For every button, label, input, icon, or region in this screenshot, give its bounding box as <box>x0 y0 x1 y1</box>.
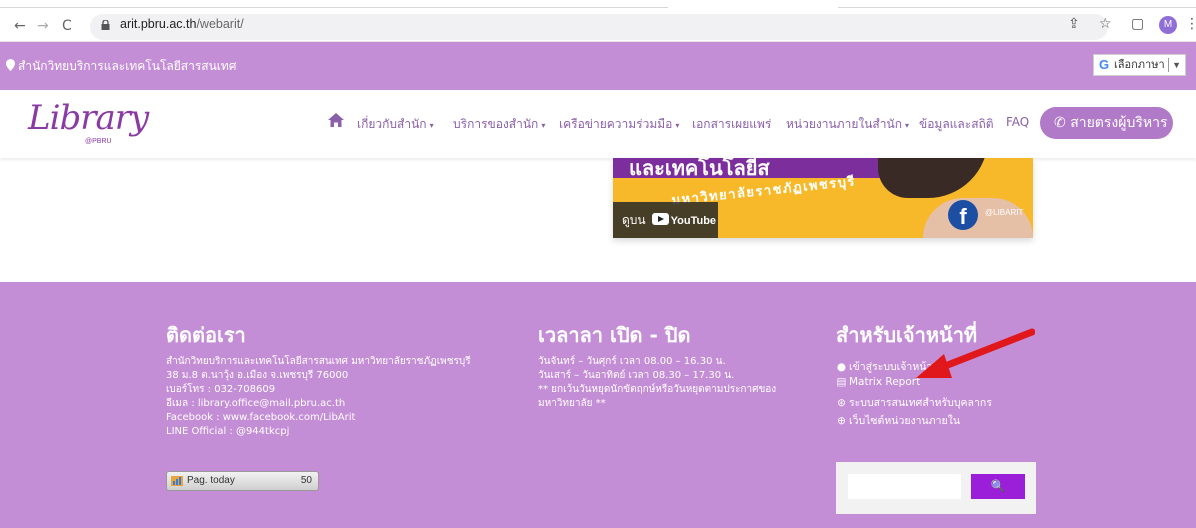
language-divider <box>1168 58 1169 72</box>
nav-item-services[interactable]: บริการของสำนัก ▾ <box>453 115 545 134</box>
chevron-down-icon: ▼ <box>1172 60 1181 70</box>
hotline-button[interactable]: ✆ สายตรงผู้บริหาร <box>1040 107 1173 139</box>
hours-line: วันเสาร์ – วันอาทิตย์ เวลา 08.30 – 17.30… <box>538 370 735 381</box>
internal-sites-link[interactable]: ⊕ เว็บไซต์หน่วยงานภายใน <box>836 412 960 429</box>
url-host: arit.pbru.ac.th <box>120 17 197 31</box>
phone-icon: ✆ <box>1054 115 1071 131</box>
main-nav: Library @PBRU เกี่ยวกับสำนัก ▾ บริการของส… <box>0 90 1196 158</box>
site-topbar: สำนักวิทยบริการและเทคโนโลยีสารสนเทศ G เล… <box>0 42 1196 90</box>
nav-item-faq[interactable]: FAQ <box>1006 115 1032 129</box>
hours-line: ** ยกเว้นวันหยุดนักขัตฤกษ์หรือวันหยุดตาม… <box>538 384 777 395</box>
nav-item-label: หน่วยงานภายในสำนัก <box>786 117 902 131</box>
nav-item-statistics[interactable]: ข้อมูลและสถิติ <box>919 115 997 134</box>
contact-line: Facebook : www.facebook.com/LibArit <box>166 412 356 423</box>
profile-avatar[interactable]: M <box>1159 16 1177 34</box>
youtube-label: YouTube <box>670 215 717 227</box>
language-select[interactable]: G เลือกภาษา ▼ <box>1093 54 1186 76</box>
bookmark-star-icon[interactable]: ☆ <box>1099 14 1112 34</box>
browser-toolbar: ← → C arit.pbru.ac.th/webarit/ ⇪ ☆ ▢ M ⋮ <box>0 0 1196 42</box>
share-icon[interactable]: ⇪ <box>1068 14 1080 34</box>
nav-item-about[interactable]: เกี่ยวกับสำนัก ▾ <box>357 115 434 134</box>
chevron-down-icon: ▾ <box>541 121 546 130</box>
user-icon: ● <box>836 361 847 373</box>
contact-line: สำนักวิทยบริการและเทคโนโลยีสารสนเทศ มหาว… <box>166 356 471 367</box>
contact-line: LINE Official : @944tkcpj <box>166 426 290 437</box>
contact-line: เบอร์โทร : 032-708609 <box>166 384 276 395</box>
lock-icon <box>101 20 110 30</box>
chevron-down-icon: ▾ <box>675 121 680 130</box>
forward-icon[interactable]: → <box>37 16 49 36</box>
tab-strip-right <box>838 2 1196 8</box>
video-person <box>923 198 1033 238</box>
nav-item-label: เอกสารเผยแพร่ <box>692 117 772 131</box>
nav-item-network[interactable]: เครือข่ายความร่วมมือ ▾ <box>559 115 679 134</box>
matrix-report-link[interactable]: ▤ Matrix Report <box>836 376 921 388</box>
nav-item-units[interactable]: หน่วยงานภายในสำนัก ▾ <box>786 115 909 134</box>
video-person-hair <box>878 158 988 198</box>
language-label: เลือกภาษา <box>1114 59 1165 71</box>
url-text[interactable]: arit.pbru.ac.th/webarit/ <box>120 17 244 31</box>
staff-link-label: ระบบสารสนเทศสำหรับบุคลากร <box>849 397 992 409</box>
facebook-icon: f <box>948 200 978 230</box>
search-icon: 🔍 <box>990 479 1006 493</box>
video-headline: และเทคโนโลยีส <box>629 158 770 180</box>
contact-title: ติดต่อเรา <box>166 323 246 347</box>
site-org-name: สำนักวิทยบริการและเทคโนโลยีสารสนเทศ <box>18 59 237 73</box>
chart-bars-icon <box>171 476 183 486</box>
globe-icon: ⊕ <box>837 415 846 427</box>
contact-line: อีเมล : library.office@mail.pbru.ac.th <box>166 398 346 409</box>
contact-line: 38 ม.8 ต.นาวุ้ง อ.เมือง จ.เพชรบุรี 76000 <box>166 370 349 381</box>
search-input[interactable] <box>848 474 961 499</box>
side-panel-icon[interactable]: ▢ <box>1131 14 1144 34</box>
youtube-icon <box>651 213 669 225</box>
annotation-arrow-icon <box>916 328 1035 378</box>
counter-label: Pag. today <box>187 475 235 486</box>
tab-strip <box>0 2 668 8</box>
nav-item-label: เครือข่ายความร่วมมือ <box>559 117 673 131</box>
staff-link-label: เว็บไซต์หน่วยงานภายใน <box>849 415 960 427</box>
chevron-down-icon: ▾ <box>904 121 909 130</box>
nav-item-label: เกี่ยวกับสำนัก <box>357 117 427 131</box>
info-system-icon: ⊛ <box>837 397 846 409</box>
back-icon[interactable]: ← <box>14 16 26 36</box>
menu-kebab-icon[interactable]: ⋮ <box>1185 14 1196 34</box>
staff-info-system-link[interactable]: ⊛ ระบบสารสนเทศสำหรับบุคลากร <box>836 394 992 411</box>
watch-on-label: ดูบน <box>622 213 646 227</box>
url-path: /webarit/ <box>196 17 244 31</box>
nav-item-publications[interactable]: เอกสารเผยแพร่ <box>692 115 774 134</box>
report-icon: ▤ <box>836 376 847 388</box>
hours-line: มหาวิทยาลัย ** <box>538 398 606 409</box>
chevron-down-icon: ▾ <box>429 121 434 130</box>
library-logo-sub: @PBRU <box>85 138 112 145</box>
video-handle: @LIBARIT <box>985 208 1024 217</box>
hours-line: วันจันทร์ – วันศุกร์ เวลา 08.00 – 16.30 … <box>538 356 726 367</box>
watch-on-youtube-button[interactable]: ดูบน YouTube <box>613 202 718 238</box>
hours-title: เวลาลา เปิด - ปิด <box>538 323 691 347</box>
nav-item-label: ข้อมูลและสถิติ <box>919 117 994 131</box>
page-counter-badge[interactable]: Pag. today 50 <box>166 471 319 491</box>
video-embed[interactable]: และเทคโนโลยีส มหาวิทยาลัยราชภัฏเพชรบุรี … <box>613 158 1033 238</box>
nav-item-label: FAQ <box>1006 115 1030 129</box>
home-icon[interactable] <box>328 113 344 127</box>
nav-item-label: บริการของสำนัก <box>453 117 539 131</box>
reload-icon[interactable]: C <box>62 16 72 36</box>
location-pin-icon <box>6 59 15 71</box>
library-logo[interactable]: Library <box>28 98 149 138</box>
google-icon: G <box>1099 57 1110 72</box>
search-button[interactable]: 🔍 <box>971 474 1025 499</box>
counter-value: 50 <box>300 475 312 486</box>
hotline-label: สายตรงผู้บริหาร <box>1070 115 1168 131</box>
